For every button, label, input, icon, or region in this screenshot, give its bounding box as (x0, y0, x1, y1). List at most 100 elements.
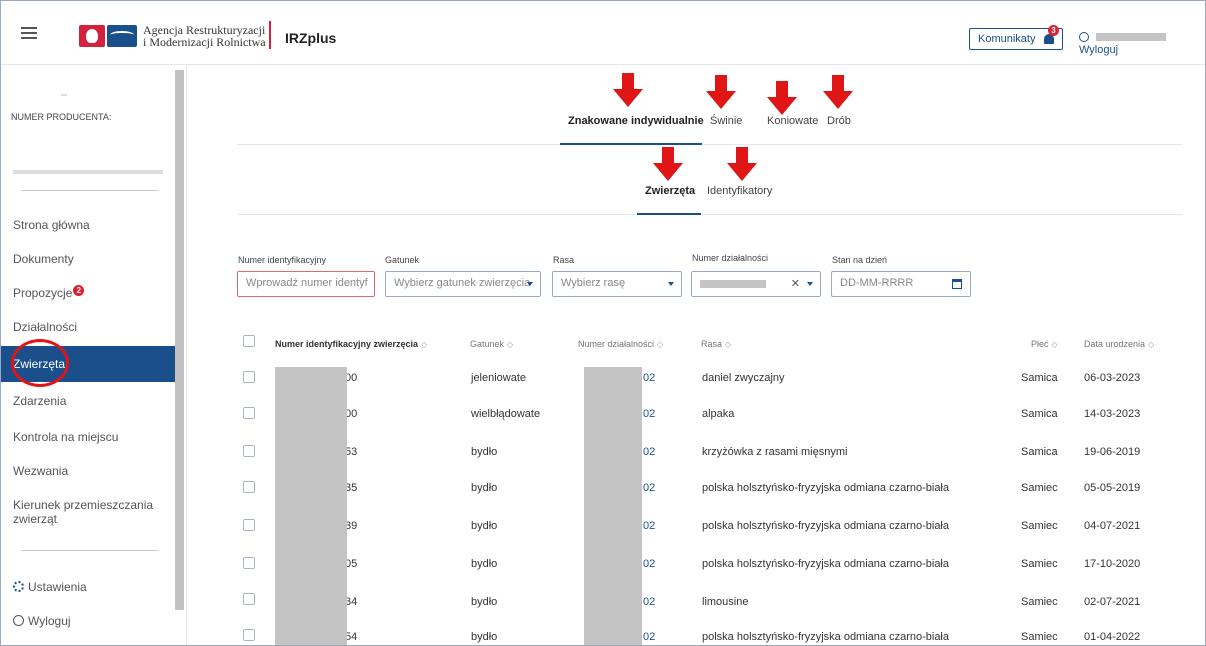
activity-number-select[interactable]: ✕ (691, 271, 821, 297)
tab-pigs[interactable]: Świnie (710, 115, 742, 127)
sidebar-item-label: Ustawienia (28, 580, 87, 594)
sidebar-item-summons[interactable]: Wezwania (1, 456, 175, 486)
row-activity-number[interactable]: 02 (643, 596, 655, 608)
sidebar-item-onsite-control[interactable]: Kontrola na miejscu (1, 422, 175, 452)
column-header-id[interactable]: Numer identyfikacyjny zwierzęcia ◇ (275, 339, 427, 349)
activity-number-redacted (700, 280, 766, 288)
sidebar-item-label: Działalności (13, 320, 78, 334)
annotation-arrow-down-icon (613, 73, 643, 107)
row-sex: Samiec (1021, 596, 1058, 608)
sidebar-item-label: Dokumenty (13, 252, 74, 266)
tab-individually-marked[interactable]: Znakowane indywidualnie (568, 115, 704, 127)
tab-identifiers[interactable]: Identyfikatory (707, 185, 772, 197)
row-checkbox[interactable] (243, 445, 255, 457)
user-logout-link[interactable]: Wyloguj (1079, 32, 1205, 56)
agency-name: Agencja Restrukturyzacji i Modernizacji … (143, 24, 266, 48)
row-sex: Samica (1021, 372, 1058, 384)
row-sex: Samica (1021, 446, 1058, 458)
select-all-checkbox[interactable] (243, 335, 255, 347)
sidebar-item-label: Kierunek przemieszczania zwierząt (13, 498, 154, 526)
row-activity-number[interactable]: 02 (643, 520, 655, 532)
column-header-species[interactable]: Gatunek ◇ (470, 339, 513, 349)
column-header-sex[interactable]: Płeć ◇ (1031, 339, 1058, 349)
clear-icon[interactable]: ✕ (791, 277, 800, 290)
row-species: bydło (471, 482, 498, 494)
row-breed: polska holsztyńsko-fryzyjska odmiana cza… (702, 558, 949, 570)
sort-icon: ◇ (725, 340, 732, 349)
row-birth-date: 19-06-2019 (1084, 446, 1141, 458)
id-column-redaction (275, 367, 347, 645)
row-activity-number[interactable]: 02 (643, 558, 655, 570)
row-checkbox[interactable] (243, 481, 255, 493)
filter-activity-label: Numer działalności (692, 253, 769, 263)
producer-number-label: NUMER PRODUCENTA: (11, 112, 112, 122)
redacted-address (13, 170, 163, 174)
sidebar-item-label: Wezwania (13, 464, 69, 478)
app-window: Agencja Restrukturyzacji i Modernizacji … (0, 0, 1206, 646)
sidebar-scrollbar[interactable] (175, 70, 184, 610)
row-species: bydło (471, 596, 498, 608)
row-checkbox[interactable] (243, 519, 255, 531)
row-sex: Samiec (1021, 631, 1058, 643)
app-title: IRZplus (285, 30, 337, 46)
row-birth-date: 04-07-2021 (1084, 520, 1141, 532)
row-breed: limousine (702, 596, 749, 608)
row-checkbox[interactable] (243, 557, 255, 569)
agency-name-line2: i Modernizacji Rolnictwa (143, 35, 266, 49)
row-checkbox[interactable] (243, 629, 255, 641)
sidebar-item-settings[interactable]: Ustawienia (1, 572, 175, 602)
tab-animals[interactable]: Zwierzęta (645, 185, 695, 197)
hamburger-menu-icon[interactable] (21, 27, 37, 39)
sidebar-separator (21, 190, 159, 191)
messages-count-badge: 3 (1048, 25, 1059, 36)
logout-icon (13, 615, 24, 626)
date-input[interactable]: DD-MM-RRRR (831, 271, 971, 297)
column-header-label: Rasa (701, 339, 723, 349)
row-birth-date: 17-10-2020 (1084, 558, 1141, 570)
sidebar-item-documents[interactable]: Dokumenty (1, 244, 175, 274)
messages-button[interactable]: Komunikaty 3 (969, 25, 1063, 50)
sidebar-item-label: Wyloguj (28, 614, 71, 628)
row-activity-number[interactable]: 02 (643, 482, 655, 494)
row-birth-date: 14-03-2023 (1084, 408, 1141, 420)
row-species: bydło (471, 446, 498, 458)
species-select[interactable]: Wybierz gatunek zwierzęcia (385, 271, 541, 297)
breed-select[interactable]: Wybierz rasę (552, 271, 682, 297)
column-header-breed[interactable]: Rasa ◇ (701, 339, 731, 349)
sidebar-item-movement-direction[interactable]: Kierunek przemieszczania zwierząt (1, 490, 175, 530)
sort-icon: ◇ (421, 340, 428, 349)
row-species: bydło (471, 631, 498, 643)
calendar-icon[interactable] (952, 279, 962, 289)
sidebar-item-home[interactable]: Strona główna (1, 210, 175, 240)
row-checkbox[interactable] (243, 371, 255, 383)
secondary-tabs: Zwierzęta Identyfikatory (237, 171, 1183, 215)
tab-poultry[interactable]: Drób (827, 115, 851, 127)
sort-icon: ◇ (507, 340, 514, 349)
chevron-down-icon (807, 282, 813, 286)
row-birth-date: 02-07-2021 (1084, 596, 1141, 608)
row-activity-number[interactable]: 02 (643, 631, 655, 643)
row-checkbox[interactable] (243, 407, 255, 419)
row-birth-date: 05-05-2019 (1084, 482, 1141, 494)
filter-id-label: Numer identyfikacyjny (238, 255, 327, 265)
row-activity-number[interactable]: 02 (643, 446, 655, 458)
row-activity-number[interactable]: 02 (643, 372, 655, 384)
column-header-birth-date[interactable]: Data urodzenia ◇ (1084, 339, 1154, 349)
row-sex: Samiec (1021, 520, 1058, 532)
tab-equines[interactable]: Koniowate (767, 115, 818, 127)
annotation-arrow-down-icon (767, 81, 797, 115)
row-checkbox[interactable] (243, 593, 255, 605)
column-header-activity[interactable]: Numer działalności ◇ (578, 339, 663, 349)
filter-date-label: Stan na dzień (832, 255, 888, 265)
header-logout-label: Wyloguj (1079, 44, 1119, 56)
sidebar-item-events[interactable]: Zdarzenia (1, 386, 175, 416)
row-breed: polska holsztyńsko-fryzyjska odmiana cza… (702, 482, 949, 494)
sidebar-item-proposals[interactable]: Propozycje 2 (1, 278, 175, 308)
row-activity-number[interactable]: 02 (643, 408, 655, 420)
sidebar-item-logout[interactable]: Wyloguj (1, 606, 175, 636)
id-number-input[interactable]: Wprowadź numer identyf (237, 271, 375, 297)
activity-column-redaction (584, 367, 642, 645)
tab-active-underline (637, 213, 701, 215)
sidebar-item-activities[interactable]: Działalności (1, 312, 175, 342)
sort-icon: ◇ (657, 340, 664, 349)
